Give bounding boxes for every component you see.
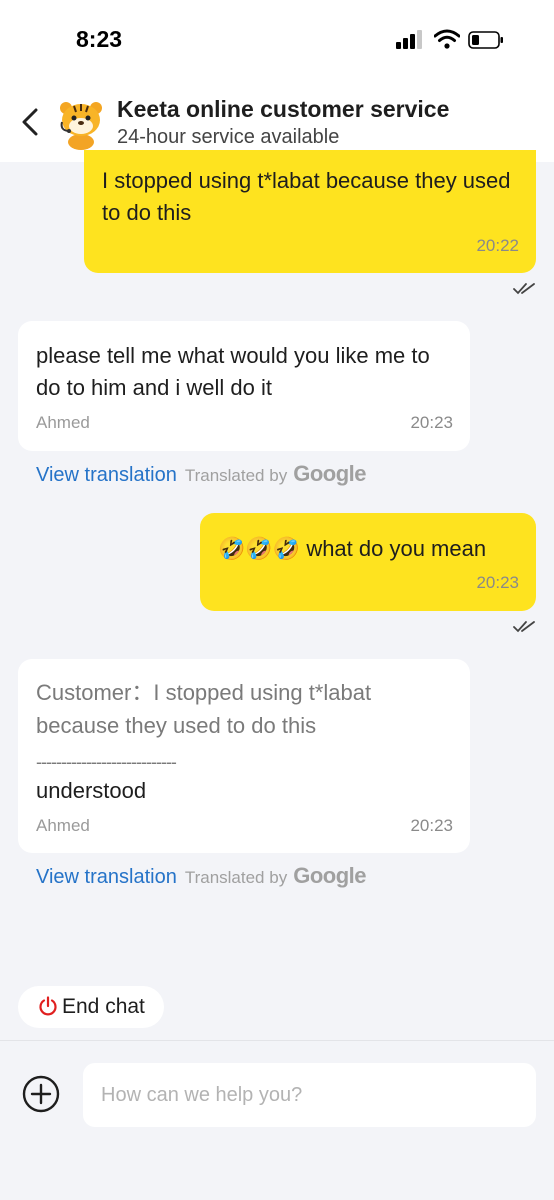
message-time: 20:23 [410,816,453,835]
message-text: understood [36,778,147,803]
read-receipt-icon [513,283,535,295]
status-bar: 8:23 [0,0,554,80]
message-text: I stopped using t*labat because they use… [102,168,511,225]
message-text: please tell me what would you like me to… [36,343,430,400]
translation-row: View translation Translated by Google [36,461,366,489]
message-body: what do you mean [306,536,487,561]
google-logo: Google [293,863,366,888]
wifi-icon [434,29,460,49]
emoji-laughing: 🤣🤣🤣 [218,536,301,561]
incoming-message[interactable]: please tell me what would you like me to… [18,321,470,451]
back-chevron-icon[interactable] [14,104,46,140]
signal-icon [396,30,422,49]
status-time: 8:23 [76,26,123,52]
message-time: 20:23 [410,413,453,432]
outgoing-message[interactable]: I stopped using t*labat because they use… [84,150,536,273]
outgoing-message[interactable]: 🤣🤣🤣 what do you mean 20:23 [200,513,536,611]
translation-row: View translation Translated by Google [36,863,366,891]
plus-circle-icon[interactable] [22,1075,60,1113]
incoming-message[interactable]: Customer：I stopped using t*labat because… [18,659,470,853]
translated-by-label: Translated by [184,868,288,887]
battery-icon [468,31,503,49]
quote-separator: ---------------------------- [36,752,177,772]
tiger-avatar-icon [60,102,102,150]
message-time: 20:23 [476,573,519,592]
chat-subtitle: 24-hour service available [117,126,340,148]
sender-name: Ahmed [36,816,90,835]
view-translation-link[interactable]: View translation [36,464,177,486]
composer-divider [0,1040,554,1041]
status-icons [396,29,512,51]
message-time: 20:22 [476,236,519,255]
message-input[interactable] [83,1063,536,1127]
end-chat-label: End chat [62,995,145,1018]
message-text: 🤣🤣🤣 what do you mean [218,533,486,565]
read-receipt-icon [513,621,535,633]
google-logo: Google [293,461,366,486]
view-translation-link[interactable]: View translation [36,866,177,888]
quoted-message: Customer：I stopped using t*labat because… [36,680,372,738]
translated-by-label: Translated by [184,466,288,485]
sender-name: Ahmed [36,413,90,432]
end-chat-button[interactable]: End chat [18,986,164,1028]
chat-title: Keeta online customer service [117,96,450,122]
power-icon [39,996,57,1016]
